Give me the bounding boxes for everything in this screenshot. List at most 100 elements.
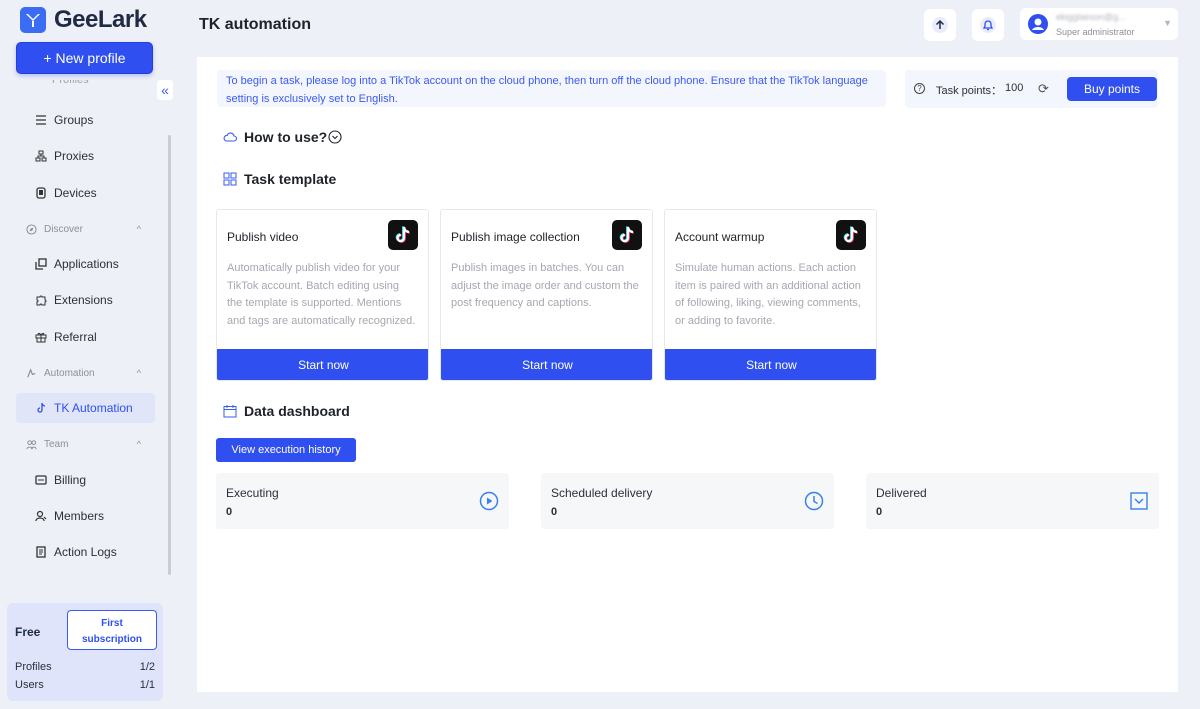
first-subscription-button[interactable]: First subscription — [67, 610, 157, 650]
app-name: GeeLark — [54, 6, 147, 33]
top-header: TK automation ekigglaeson@g... Super adm… — [197, 0, 1200, 50]
sidebar-item-label: Extensions — [54, 293, 113, 307]
collapse-sidebar-icon[interactable]: « — [157, 80, 173, 100]
avatar-icon — [1028, 14, 1048, 34]
stat-label: Executing — [226, 486, 279, 500]
template-title: Account warmup — [675, 230, 765, 244]
sidebar-item-label: Applications — [54, 257, 119, 271]
sidebar-group-team[interactable]: Team ^ — [16, 432, 155, 456]
buy-points-button[interactable]: Buy points — [1067, 77, 1157, 101]
tiktok-logo-icon — [836, 220, 866, 250]
sidebar-item-label: Groups — [54, 113, 94, 127]
chevron-up-icon: ^ — [136, 224, 141, 234]
new-profile-button[interactable]: + New profile — [16, 42, 153, 74]
user-menu[interactable]: ekigglaeson@g... Super administrator ▼ — [1020, 8, 1178, 40]
upload-button[interactable] — [924, 9, 956, 41]
chevron-up-icon: ^ — [136, 368, 141, 378]
sidebar-item-applications[interactable]: Applications — [16, 249, 155, 279]
grid-icon — [223, 172, 237, 186]
view-execution-history-button[interactable]: View execution history — [216, 438, 356, 462]
refresh-icon[interactable]: ⟳ — [1038, 81, 1049, 97]
plan-users-label: Users — [15, 679, 44, 691]
template-title: Publish video — [227, 230, 299, 244]
stat-value: 0 — [876, 506, 883, 518]
task-points-value: 100 — [1005, 82, 1024, 94]
template-card-publish-image-collection: Publish image collection Publish images … — [440, 209, 653, 381]
sidebar-item-billing[interactable]: Billing — [16, 465, 155, 495]
sidebar-item-label: Members — [54, 509, 105, 523]
data-dashboard-title: Data dashboard — [244, 403, 350, 419]
stat-delivered[interactable]: Delivered 0 — [866, 473, 1159, 529]
cloud-icon — [223, 132, 237, 142]
user-role: Super administrator — [1056, 27, 1135, 37]
clock-icon — [804, 491, 824, 511]
upload-icon — [932, 17, 948, 33]
main-panel: To begin a task, please log into a TikTo… — [197, 57, 1178, 692]
sidebar-item-extensions[interactable]: Extensions — [16, 285, 155, 315]
data-dashboard-section: Data dashboard — [223, 403, 350, 419]
sidebar-item-label: Billing — [54, 473, 87, 487]
sidebar-item-groups[interactable]: Groups — [16, 105, 155, 135]
network-icon — [35, 150, 47, 162]
stat-value: 0 — [226, 506, 233, 518]
device-icon — [36, 187, 46, 199]
apps-icon — [35, 258, 47, 270]
calendar-icon — [223, 405, 237, 418]
sidebar-item-label: Devices — [54, 186, 97, 200]
help-icon[interactable]: ? — [914, 83, 925, 94]
tiktok-icon — [37, 402, 46, 413]
start-now-button[interactable]: Start now — [217, 349, 428, 380]
how-to-use-section[interactable]: How to use? — [223, 129, 342, 145]
stat-label: Scheduled delivery — [551, 486, 653, 500]
team-icon — [26, 439, 37, 449]
notifications-button[interactable] — [972, 9, 1004, 41]
bell-icon — [980, 17, 996, 33]
template-title: Publish image collection — [451, 230, 580, 244]
sidebar-scrollbar[interactable] — [168, 135, 171, 575]
sidebar-item-action-logs[interactable]: Action Logs — [16, 537, 155, 567]
members-icon — [35, 510, 47, 522]
sidebar-group-label: Team — [44, 438, 69, 450]
page-title: TK automation — [199, 16, 311, 33]
start-now-button[interactable]: Start now — [665, 349, 876, 380]
check-icon — [1130, 492, 1148, 510]
chevron-down-icon: ▼ — [1163, 18, 1172, 28]
list-icon — [36, 115, 46, 125]
sidebar: GeeLark + New profile Profiles « Groups … — [0, 0, 173, 709]
plan-profiles-value: 1/2 — [139, 661, 155, 673]
sidebar-group-automation[interactable]: Automation ^ — [16, 361, 155, 385]
task-template-section: Task template — [223, 171, 336, 187]
sidebar-item-devices[interactable]: Devices — [16, 178, 155, 208]
user-name: ekigglaeson@g... — [1056, 12, 1126, 22]
sidebar-item-tk-automation[interactable]: TK Automation — [16, 393, 155, 423]
stat-value: 0 — [551, 506, 558, 518]
start-now-button[interactable]: Start now — [441, 349, 652, 380]
logo[interactable]: GeeLark — [20, 6, 147, 34]
plan-users-value: 1/1 — [139, 679, 155, 691]
how-to-use-title: How to use? — [244, 129, 328, 145]
sidebar-item-label: TK Automation — [54, 401, 133, 415]
template-description: Publish images in batches. You can adjus… — [451, 262, 639, 309]
sidebar-item-profiles-partial[interactable]: Profiles — [52, 80, 89, 88]
task-notice: To begin a task, please log into a TikTo… — [217, 70, 886, 107]
sidebar-group-label: Discover — [44, 223, 83, 235]
plan-profiles-row: Profiles 1/2 — [15, 661, 155, 673]
chevron-up-icon: ^ — [136, 439, 141, 449]
template-description: Automatically publish video for your Tik… — [227, 262, 416, 327]
sidebar-item-referral[interactable]: Referral — [16, 322, 155, 352]
sidebar-item-label: Action Logs — [54, 545, 117, 559]
template-card-publish-video: Publish video Automatically publish vide… — [216, 209, 429, 381]
template-description: Simulate human actions. Each action item… — [675, 262, 861, 327]
stat-executing[interactable]: Executing 0 — [216, 473, 509, 529]
stat-scheduled-delivery[interactable]: Scheduled delivery 0 — [541, 473, 834, 529]
task-points-panel: ? Task points： 100 ⟳ Buy points — [905, 70, 1158, 108]
plan-card: Free First subscription Profiles 1/2 Use… — [7, 603, 163, 701]
sidebar-group-discover[interactable]: Discover ^ — [16, 217, 155, 241]
chevron-circle-down-icon — [328, 130, 342, 144]
sidebar-item-proxies[interactable]: Proxies — [16, 141, 155, 171]
sidebar-item-members[interactable]: Members — [16, 501, 155, 531]
sidebar-item-label: Referral — [54, 330, 97, 344]
sidebar-item-label: Proxies — [54, 149, 95, 163]
template-card-account-warmup: Account warmup Simulate human actions. E… — [664, 209, 877, 381]
plan-name: Free — [15, 625, 41, 639]
